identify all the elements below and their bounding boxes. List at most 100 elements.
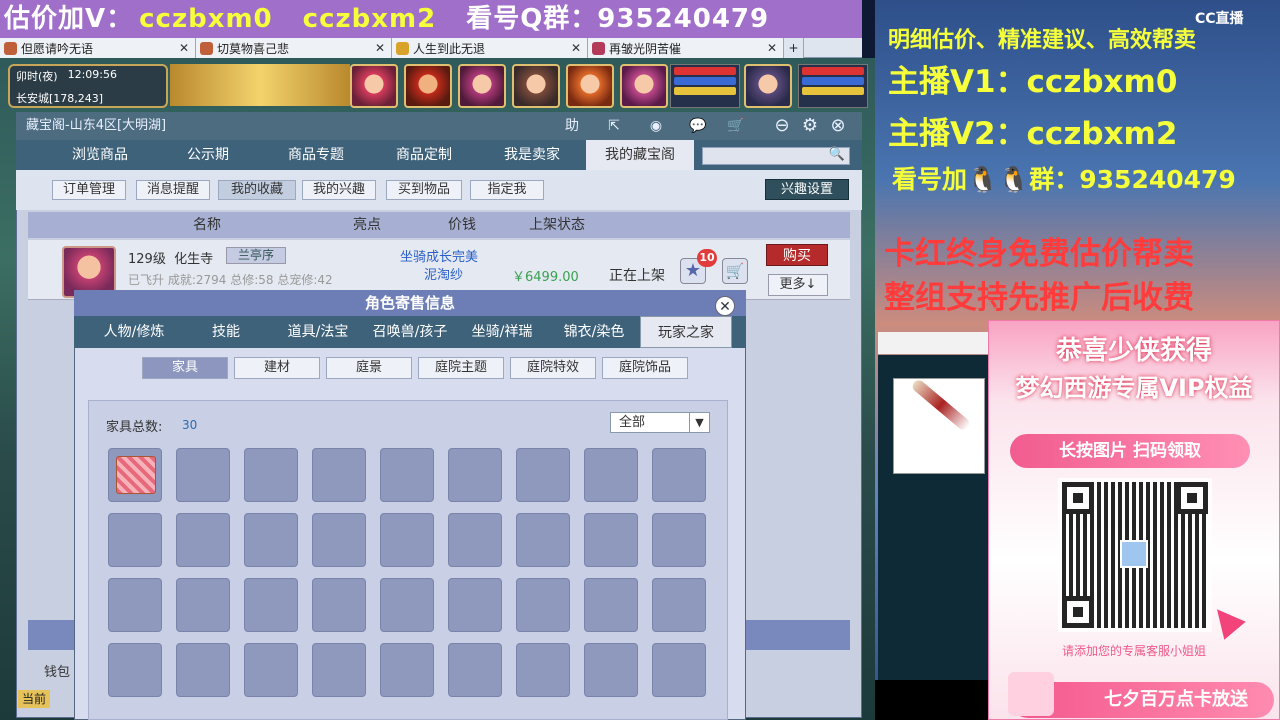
grid-slot[interactable] xyxy=(448,643,502,697)
tab-outfits[interactable]: 锦衣/染色 xyxy=(548,316,640,348)
highlight-link[interactable]: 泥淘纱 xyxy=(424,264,463,283)
grid-slot[interactable] xyxy=(176,448,230,502)
col-status: 上架状态 xyxy=(529,217,585,233)
nav-tab-my-pavilion[interactable]: 我的藏宝阁 xyxy=(586,140,694,170)
grid-slot[interactable] xyxy=(448,578,502,632)
tab-pets[interactable]: 召唤兽/孩子 xyxy=(364,316,456,348)
grid-slot[interactable] xyxy=(516,513,570,567)
grid-slot[interactable] xyxy=(312,513,366,567)
purchased-button[interactable]: 买到物品 xyxy=(386,180,462,200)
grid-slot[interactable] xyxy=(244,513,298,567)
grid-slot[interactable] xyxy=(652,513,706,567)
orders-button[interactable]: 订单管理 xyxy=(52,180,126,200)
grid-slot[interactable] xyxy=(380,448,434,502)
grid-slot[interactable] xyxy=(312,578,366,632)
nav-tab-browse[interactable]: 浏览商品 xyxy=(46,140,154,170)
grid-slot[interactable] xyxy=(448,513,502,567)
grid-slot[interactable] xyxy=(176,578,230,632)
grid-slot[interactable] xyxy=(108,448,162,502)
buy-button[interactable]: 购买 xyxy=(766,244,828,266)
nav-tab-topics[interactable]: 商品专题 xyxy=(262,140,370,170)
grid-slot[interactable] xyxy=(448,448,502,502)
grid-slot[interactable] xyxy=(380,643,434,697)
grid-slot[interactable] xyxy=(108,643,162,697)
category-yard-effects[interactable]: 庭院特效 xyxy=(510,357,596,379)
record-icon[interactable]: ◉ xyxy=(645,116,667,136)
grid-slot[interactable] xyxy=(652,578,706,632)
new-tab-button[interactable]: + xyxy=(784,38,804,58)
notifications-button[interactable]: 消息提醒 xyxy=(136,180,210,200)
window-tab-4[interactable]: 再皱光阴苦催 ✕ xyxy=(588,38,784,58)
grid-slot[interactable] xyxy=(244,643,298,697)
category-materials[interactable]: 建材 xyxy=(234,357,320,379)
settings-icon[interactable]: ⚙ xyxy=(799,116,821,136)
minimize-icon[interactable]: ⊖ xyxy=(771,116,793,136)
grid-slot[interactable] xyxy=(516,448,570,502)
grid-slot[interactable] xyxy=(516,578,570,632)
window-tab-2[interactable]: 切莫物喜己悲 ✕ xyxy=(196,38,392,58)
help-icon[interactable]: 助 xyxy=(561,116,583,136)
tab-skills[interactable]: 技能 xyxy=(180,316,272,348)
designated-button[interactable]: 指定我 xyxy=(470,180,544,200)
grid-slot[interactable] xyxy=(380,513,434,567)
grid-slot[interactable] xyxy=(652,643,706,697)
nav-tab-public[interactable]: 公示期 xyxy=(154,140,262,170)
cart-icon[interactable]: 🛒 xyxy=(722,258,748,284)
nav-tab-seller[interactable]: 我是卖家 xyxy=(478,140,586,170)
filter-select[interactable]: 全部 ▼ xyxy=(610,412,710,433)
close-icon[interactable]: ✕ xyxy=(179,41,189,55)
party-portrait[interactable] xyxy=(404,64,452,108)
close-icon[interactable]: ✕ xyxy=(715,296,735,316)
tab-mounts[interactable]: 坐骑/祥瑞 xyxy=(456,316,548,348)
close-icon[interactable]: ✕ xyxy=(571,41,581,55)
tab-items[interactable]: 道具/法宝 xyxy=(272,316,364,348)
grid-slot[interactable] xyxy=(312,643,366,697)
grid-slot[interactable] xyxy=(584,578,638,632)
wallet-label[interactable]: 钱包 xyxy=(44,661,70,680)
category-yard-scenery[interactable]: 庭景 xyxy=(326,357,412,379)
grid-slot[interactable] xyxy=(244,448,298,502)
pet-portrait[interactable] xyxy=(744,64,792,108)
chevron-down-icon[interactable]: ▼ xyxy=(689,413,709,432)
cart-icon[interactable]: 🛒 xyxy=(725,116,747,136)
window-tab-1[interactable]: 但愿请吟无语 ✕ xyxy=(0,38,196,58)
close-icon[interactable]: ✕ xyxy=(767,41,777,55)
search-input[interactable]: 🔍 xyxy=(702,147,850,165)
category-furniture[interactable]: 家具 xyxy=(142,357,228,379)
grid-slot[interactable] xyxy=(584,448,638,502)
grid-slot[interactable] xyxy=(108,513,162,567)
window-tab-3[interactable]: 人生到此无退 ✕ xyxy=(392,38,588,58)
party-portrait[interactable] xyxy=(350,64,398,108)
more-button[interactable]: 更多↓ xyxy=(768,274,828,296)
grid-slot[interactable] xyxy=(652,448,706,502)
close-icon[interactable]: ⊗ xyxy=(827,116,849,136)
grid-slot[interactable] xyxy=(584,513,638,567)
close-icon[interactable]: ✕ xyxy=(375,41,385,55)
category-yard-theme[interactable]: 庭院主题 xyxy=(418,357,504,379)
grid-slot[interactable] xyxy=(516,643,570,697)
party-portrait[interactable] xyxy=(566,64,614,108)
grid-slot[interactable] xyxy=(244,578,298,632)
nav-tab-custom[interactable]: 商品定制 xyxy=(370,140,478,170)
grid-slot[interactable] xyxy=(584,643,638,697)
tab-home[interactable]: 玩家之家 xyxy=(640,316,732,348)
category-yard-ornaments[interactable]: 庭院饰品 xyxy=(602,357,688,379)
search-icon[interactable]: 🔍 xyxy=(829,147,845,162)
grid-slot[interactable] xyxy=(176,513,230,567)
party-portrait[interactable] xyxy=(458,64,506,108)
grid-slot[interactable] xyxy=(380,578,434,632)
banner-v1: cczbxm0 xyxy=(139,4,273,34)
highlight-link[interactable]: 坐骑成长完美 xyxy=(400,246,478,265)
grid-slot[interactable] xyxy=(176,643,230,697)
tab-character[interactable]: 人物/修炼 xyxy=(88,316,180,348)
interest-settings-button[interactable]: 兴趣设置 xyxy=(765,179,849,200)
party-portrait[interactable] xyxy=(512,64,560,108)
grid-slot[interactable] xyxy=(312,448,366,502)
current-channel-label[interactable]: 当前 xyxy=(18,690,50,708)
my-favorites-button[interactable]: 我的收藏 xyxy=(218,180,296,200)
share-icon[interactable]: ⇱ xyxy=(603,116,625,136)
chat-icon[interactable]: 💬 xyxy=(687,116,709,136)
grid-slot[interactable] xyxy=(108,578,162,632)
party-portrait[interactable] xyxy=(620,64,668,108)
my-interests-button[interactable]: 我的兴趣 xyxy=(302,180,376,200)
